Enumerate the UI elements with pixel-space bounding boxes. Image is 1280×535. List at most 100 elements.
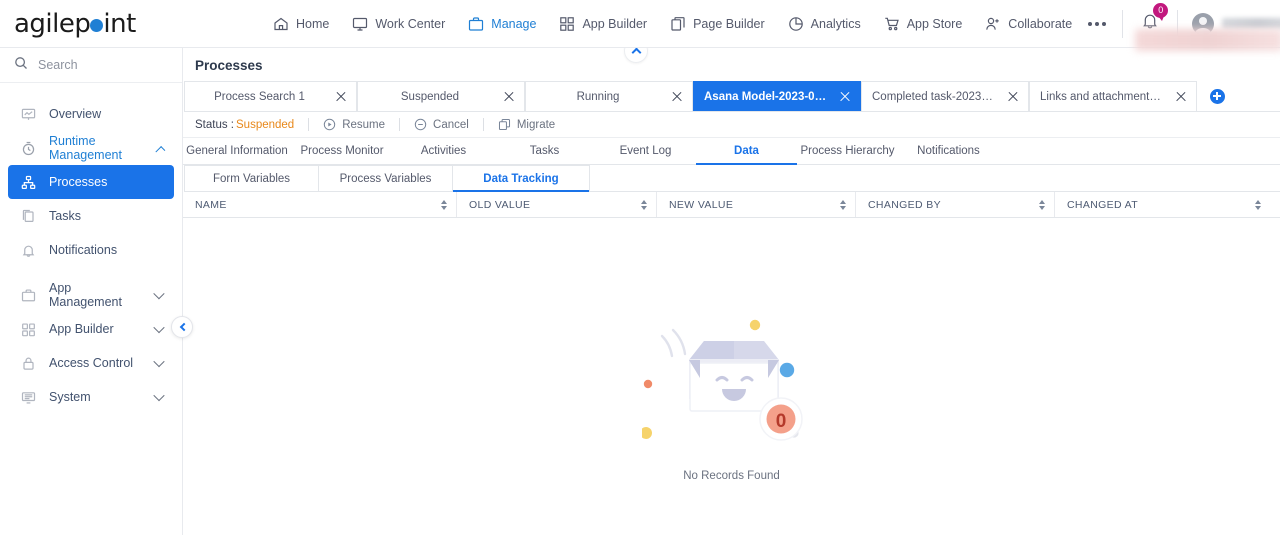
sidebar-item-notifications[interactable]: Notifications bbox=[8, 233, 174, 267]
sort-icon[interactable] bbox=[641, 199, 647, 210]
chevron-down-icon[interactable] bbox=[153, 355, 165, 368]
sort-icon[interactable] bbox=[1039, 199, 1045, 210]
doc-tab-asana-model[interactable]: Asana Model-2023-08-29T... bbox=[693, 81, 861, 111]
logo-text-part2: int bbox=[103, 8, 136, 39]
horizontal-scrollbar[interactable] bbox=[183, 527, 1280, 535]
tab-event-log[interactable]: Event Log bbox=[595, 138, 696, 164]
sort-icon[interactable] bbox=[1255, 199, 1261, 210]
pie-chart-icon bbox=[788, 16, 804, 32]
sidebar-collapse-button[interactable] bbox=[171, 316, 193, 338]
subtab-form-variables[interactable]: Form Variables bbox=[184, 165, 319, 192]
sort-icon[interactable] bbox=[840, 199, 846, 210]
column-label: OLD VALUE bbox=[469, 198, 531, 211]
minus-circle-icon bbox=[414, 118, 427, 131]
resume-button[interactable]: Resume bbox=[323, 118, 385, 131]
app-logo[interactable]: agilep int bbox=[0, 0, 183, 48]
status-label: Status : bbox=[195, 118, 234, 131]
sidebar-label-processes: Processes bbox=[49, 175, 108, 189]
nav-label-home: Home bbox=[296, 16, 330, 31]
sidebar-item-access-control[interactable]: Access Control bbox=[8, 346, 174, 380]
subtab-label: Data Tracking bbox=[483, 172, 559, 185]
subtab-label: Form Variables bbox=[212, 172, 291, 185]
close-icon[interactable] bbox=[502, 90, 516, 104]
sidebar-label-tasks: Tasks bbox=[49, 209, 81, 223]
nav-label-work-center: Work Center bbox=[375, 16, 446, 31]
nav-item-home[interactable]: Home bbox=[273, 16, 329, 32]
sidebar-item-system[interactable]: System bbox=[8, 380, 174, 414]
subtab-data-tracking[interactable]: Data Tracking bbox=[453, 165, 590, 192]
lock-icon bbox=[20, 356, 37, 371]
doc-tab-links-and-attachments[interactable]: Links and attachments mo... bbox=[1029, 81, 1197, 111]
grid-icon bbox=[20, 322, 37, 337]
ellipsis-icon[interactable] bbox=[1072, 21, 1122, 26]
nav-item-page-builder[interactable]: Page Builder bbox=[670, 16, 765, 32]
doc-tab-completed-task[interactable]: Completed task-2023-08-3... bbox=[861, 81, 1029, 111]
nav-label-app-store: App Store bbox=[906, 16, 963, 31]
column-header-name[interactable]: NAME bbox=[183, 192, 457, 217]
close-icon[interactable] bbox=[1006, 90, 1020, 104]
column-header-old-value[interactable]: OLD VALUE bbox=[457, 192, 657, 217]
cancel-label: Cancel bbox=[433, 118, 469, 131]
migrate-label: Migrate bbox=[516, 118, 556, 131]
column-header-changed-by[interactable]: CHANGED BY bbox=[856, 192, 1055, 217]
tab-notifications[interactable]: Notifications bbox=[898, 138, 999, 164]
user-email-redacted bbox=[1135, 29, 1280, 51]
empty-box-icon: 0 bbox=[639, 306, 822, 456]
nav-item-app-store[interactable]: App Store bbox=[884, 16, 963, 32]
logo-text: agilep int bbox=[14, 9, 136, 39]
nav-item-manage[interactable]: Manage bbox=[468, 16, 536, 32]
search-input[interactable] bbox=[38, 58, 158, 72]
migrate-button[interactable]: Migrate bbox=[498, 118, 555, 131]
sidebar-search[interactable] bbox=[0, 48, 182, 83]
nav-item-app-builder[interactable]: App Builder bbox=[559, 16, 647, 32]
tab-general-information[interactable]: General Information bbox=[183, 138, 291, 164]
sidebar-item-processes[interactable]: Processes bbox=[8, 165, 174, 199]
nav-item-collaborate[interactable]: Collaborate bbox=[985, 16, 1072, 32]
tab-process-monitor[interactable]: Process Monitor bbox=[291, 138, 393, 164]
column-label: NEW VALUE bbox=[669, 198, 734, 211]
column-header-changed-at[interactable]: CHANGED AT bbox=[1055, 192, 1270, 217]
migrate-icon bbox=[498, 118, 511, 131]
doc-tab-label: Suspended bbox=[400, 90, 460, 103]
sidebar-item-tasks[interactable]: Tasks bbox=[8, 199, 174, 233]
user-name-redacted bbox=[1222, 18, 1280, 29]
close-icon[interactable] bbox=[1174, 90, 1188, 104]
close-icon[interactable] bbox=[838, 90, 852, 104]
chevron-down-icon[interactable] bbox=[153, 389, 165, 402]
close-icon[interactable] bbox=[670, 90, 684, 104]
top-navigation: Home Work Center Manage App Builder Page… bbox=[273, 16, 1072, 32]
sidebar-item-app-management[interactable]: App Management bbox=[8, 278, 174, 312]
chevron-down-icon[interactable] bbox=[153, 288, 165, 300]
nav-item-analytics[interactable]: Analytics bbox=[788, 16, 861, 32]
main-content: Processes Process Search 1 Suspended Run… bbox=[183, 48, 1280, 535]
add-tab-button[interactable] bbox=[1197, 81, 1237, 111]
sort-icon[interactable] bbox=[441, 199, 447, 210]
tab-label: Activities bbox=[420, 145, 467, 157]
sidebar-item-overview[interactable]: Overview bbox=[8, 97, 174, 131]
tab-activities[interactable]: Activities bbox=[393, 138, 494, 164]
close-icon[interactable] bbox=[334, 90, 348, 104]
add-user-icon bbox=[985, 16, 1001, 32]
chevron-up-icon[interactable] bbox=[154, 145, 165, 156]
nav-item-work-center[interactable]: Work Center bbox=[352, 16, 445, 32]
action-divider bbox=[399, 118, 401, 131]
tab-label: Event Log bbox=[619, 145, 672, 157]
tab-tasks[interactable]: Tasks bbox=[494, 138, 595, 164]
top-bar: agilep int Home Work Center Manage App Bu… bbox=[0, 0, 1280, 51]
tab-process-hierarchy[interactable]: Process Hierarchy bbox=[797, 138, 898, 164]
column-header-new-value[interactable]: NEW VALUE bbox=[657, 192, 856, 217]
chevron-down-icon[interactable] bbox=[153, 321, 165, 334]
status-action-bar: Status : Suspended Resume Cancel Migrate bbox=[183, 112, 1280, 138]
doc-tab-label: Process Search 1 bbox=[214, 90, 305, 103]
doc-tab-running[interactable]: Running bbox=[525, 81, 693, 111]
doc-tab-suspended[interactable]: Suspended bbox=[357, 81, 525, 111]
overview-icon bbox=[20, 107, 37, 122]
subtab-process-variables[interactable]: Process Variables bbox=[319, 165, 453, 192]
doc-tab-process-search-1[interactable]: Process Search 1 bbox=[184, 81, 357, 111]
cancel-button[interactable]: Cancel bbox=[414, 118, 469, 131]
sidebar-item-runtime-management[interactable]: Runtime Management bbox=[8, 131, 174, 165]
tab-data[interactable]: Data bbox=[696, 138, 797, 165]
sidebar-item-app-builder[interactable]: App Builder bbox=[8, 312, 174, 346]
pages-icon bbox=[670, 16, 686, 32]
